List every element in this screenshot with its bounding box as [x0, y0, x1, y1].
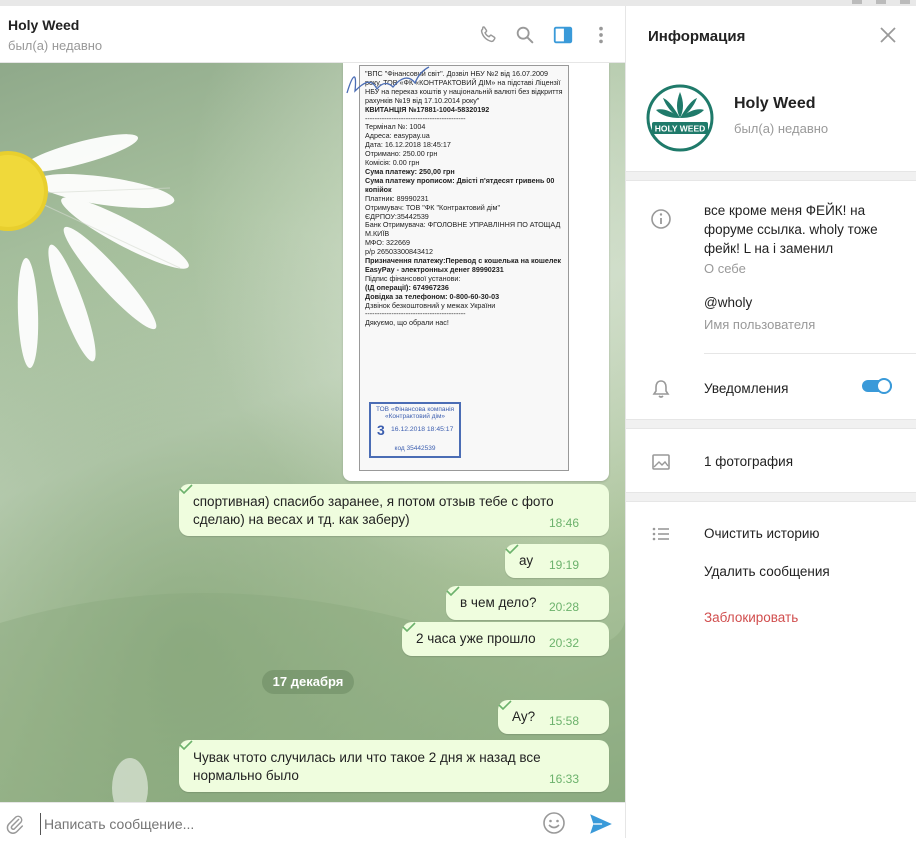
chat-wallpaper: "ВПС "Фінансовий світ". Дозвіл НБУ №2 ві…	[0, 63, 625, 802]
read-check-icon	[179, 740, 193, 750]
receipt-line: Банк Отримувача: ФГОЛОВНЕ УПРАВЛІННЯ ПО …	[365, 220, 563, 239]
minimize-control[interactable]	[852, 0, 862, 4]
logo-text: HOLY WEED	[655, 124, 706, 134]
section-separator	[626, 419, 916, 429]
message-time: 18:46	[548, 516, 579, 530]
about-label: О себе	[704, 261, 746, 276]
message-time: 16:33	[548, 772, 579, 786]
info-icon	[651, 209, 671, 229]
photo-icon	[652, 454, 670, 470]
stamp-date: 16.12.2018 18:45:17	[391, 426, 454, 433]
message-text: в чем дело?	[460, 595, 537, 610]
message-text: ау	[519, 553, 534, 568]
chat-panel: Holy Weed был(а) недавно "ВПС "Фінансови…	[0, 6, 625, 845]
search-icon[interactable]	[514, 24, 536, 46]
read-check-icon	[446, 586, 460, 596]
message-bubble[interactable]: в чем дело? 20:28	[446, 586, 609, 620]
delete-messages-action[interactable]: Удалить сообщения	[704, 564, 830, 579]
message-composer	[0, 802, 625, 845]
message-text: Ау?	[512, 709, 536, 724]
chat-status: был(а) недавно	[8, 38, 103, 53]
receipt-stamp: ТОВ «Фінансова компанія «Контрактовий ді…	[369, 402, 461, 458]
profile-name: Holy Weed	[734, 95, 816, 112]
username[interactable]: @wholy	[704, 295, 752, 310]
date-separator: 17 декабря	[262, 670, 354, 694]
clear-history-action[interactable]: Очистить историю	[704, 526, 820, 541]
list-icon	[652, 527, 669, 541]
send-icon[interactable]	[588, 811, 614, 837]
sidebar-toggle-icon[interactable]	[552, 24, 574, 46]
attach-icon[interactable]	[4, 813, 26, 835]
message-time: 20:28	[548, 600, 579, 614]
info-panel: Информация HOLY WEED Holy Weed был(а) не…	[626, 6, 916, 838]
photo-message[interactable]: "ВПС "Фінансовий світ". Дозвіл НБУ №2 ві…	[343, 63, 609, 481]
read-check-icon	[498, 700, 512, 710]
notifications-label: Уведомления	[704, 381, 789, 396]
emoji-icon[interactable]	[542, 811, 566, 835]
more-vertical-icon[interactable]	[590, 24, 612, 46]
section-separator	[626, 492, 916, 502]
about-text: все кроме меня ФЕЙК! на форуме ссылка. w…	[704, 203, 878, 256]
receipt-line: Сума платежу прописом: Двісті п'ятдесят …	[365, 175, 557, 194]
message-bubble[interactable]: 2 часа уже прошло 20:32	[402, 622, 609, 656]
bell-icon	[652, 380, 670, 398]
notifications-toggle[interactable]	[862, 378, 892, 394]
message-time: 15:58	[548, 714, 579, 728]
message-input[interactable]	[40, 813, 524, 835]
stamp-code: код 35442539	[394, 445, 436, 452]
block-action[interactable]: Заблокировать	[704, 610, 798, 625]
stamp-heading: ТОВ «Фінансова компанія «Контрактовий ді…	[375, 406, 455, 420]
read-check-icon	[505, 544, 519, 554]
read-check-icon	[402, 622, 416, 632]
profile-status: был(а) недавно	[734, 121, 829, 136]
message-bubble[interactable]: ау 19:19	[505, 544, 609, 578]
read-check-icon	[179, 484, 193, 494]
message-bubble[interactable]: спортивная) спасибо заранее, я потом отз…	[179, 484, 609, 536]
photos-count[interactable]: 1 фотография	[704, 454, 793, 469]
section-separator	[626, 171, 916, 181]
profile-avatar-logo[interactable]: HOLY WEED	[646, 84, 714, 152]
maximize-control[interactable]	[876, 0, 886, 4]
message-text: Чувак чтото случилась или что такое 2 дн…	[193, 750, 541, 783]
message-time: 20:32	[548, 636, 579, 650]
message-text: 2 часа уже прошло	[416, 631, 536, 646]
close-icon[interactable]	[879, 26, 897, 44]
row-divider	[704, 353, 916, 354]
signature-icon	[346, 66, 430, 94]
username-label: Имя пользователя	[704, 317, 816, 332]
phone-icon[interactable]	[477, 24, 499, 46]
stamp-number: 3	[377, 422, 385, 438]
message-text: спортивная) спасибо заранее, я потом отз…	[193, 494, 554, 527]
close-window-control[interactable]	[900, 0, 910, 4]
receipt-line: Дякуємо, що обрали нас!	[365, 318, 449, 328]
receipt-line: Призначення платежу:Перевод с кошелька н…	[365, 256, 563, 274]
message-bubble[interactable]: Чувак чтото случилась или что такое 2 дн…	[179, 740, 609, 792]
message-bubble[interactable]: Ау? 15:58	[498, 700, 609, 734]
info-title: Информация	[648, 28, 746, 45]
chat-title[interactable]: Holy Weed	[8, 17, 79, 33]
message-time: 19:19	[548, 558, 579, 572]
chat-header[interactable]: Holy Weed был(а) недавно	[0, 6, 625, 63]
